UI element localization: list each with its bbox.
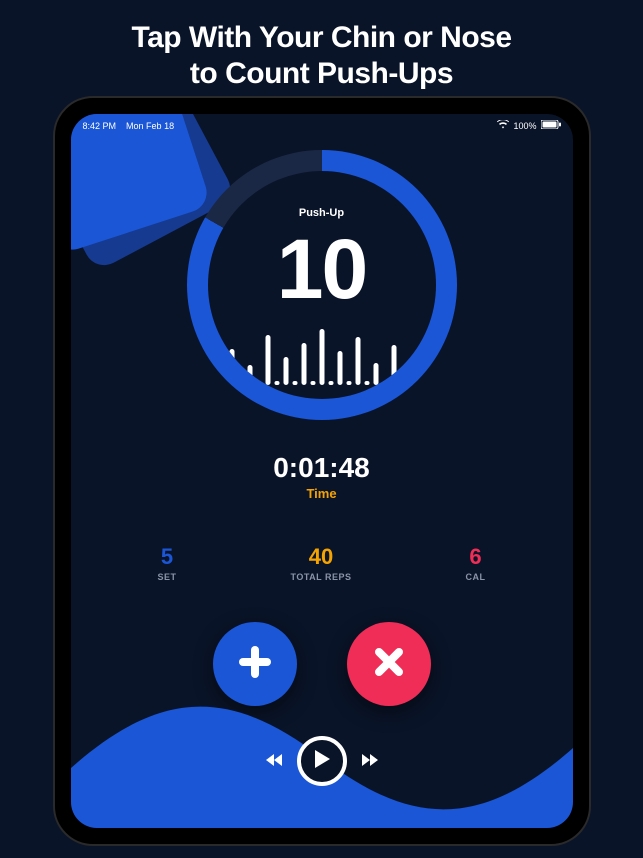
stat-cal-label: CAL [465,572,485,582]
wifi-icon [497,120,509,131]
stat-total-reps: 40 TOTAL REPS [290,544,351,582]
status-time: 8:42 PM [83,121,117,131]
tablet-frame: 8:42 PM Mon Feb 18 100% Push-Up 10 [53,96,591,846]
promo-line1: Tap With Your Chin or Nose [131,21,511,54]
counter-ring[interactable]: Push-Up 10 [187,150,457,420]
stat-total-reps-value: 40 [290,544,351,570]
status-bar: 8:42 PM Mon Feb 18 100% [83,120,561,131]
stat-set-label: SET [157,572,176,582]
promo-line2: to Count Push-Ups [190,57,453,90]
rep-count: 10 [277,227,366,311]
counter-inner: Push-Up 10 [208,171,436,399]
timer-block: 0:01:48 Time [71,452,573,501]
promo-heading: Tap With Your Chin or Nose to Count Push… [0,0,643,108]
stat-total-reps-label: TOTAL REPS [290,572,351,582]
status-battery: 100% [513,121,536,131]
exercise-label: Push-Up [299,207,344,219]
progress-ring: Push-Up 10 [187,150,457,420]
play-icon [313,749,331,774]
stat-set-value: 5 [157,544,176,570]
stat-set: 5 SET [157,544,176,582]
tablet-screen: 8:42 PM Mon Feb 18 100% Push-Up 10 [71,114,573,828]
waveform-icon [229,329,414,385]
media-controls [265,736,379,786]
status-left: 8:42 PM Mon Feb 18 [83,121,175,131]
timer-value: 0:01:48 [71,452,573,484]
stat-cal-value: 6 [465,544,485,570]
prev-track-button[interactable] [265,753,283,770]
status-date: Mon Feb 18 [126,121,174,131]
stat-cal: 6 CAL [465,544,485,582]
next-track-button[interactable] [361,753,379,770]
timer-label: Time [71,486,573,501]
status-right: 100% [497,120,560,131]
battery-icon [541,120,561,131]
stats-row: 5 SET 40 TOTAL REPS 6 CAL [71,544,573,582]
play-button[interactable] [297,736,347,786]
